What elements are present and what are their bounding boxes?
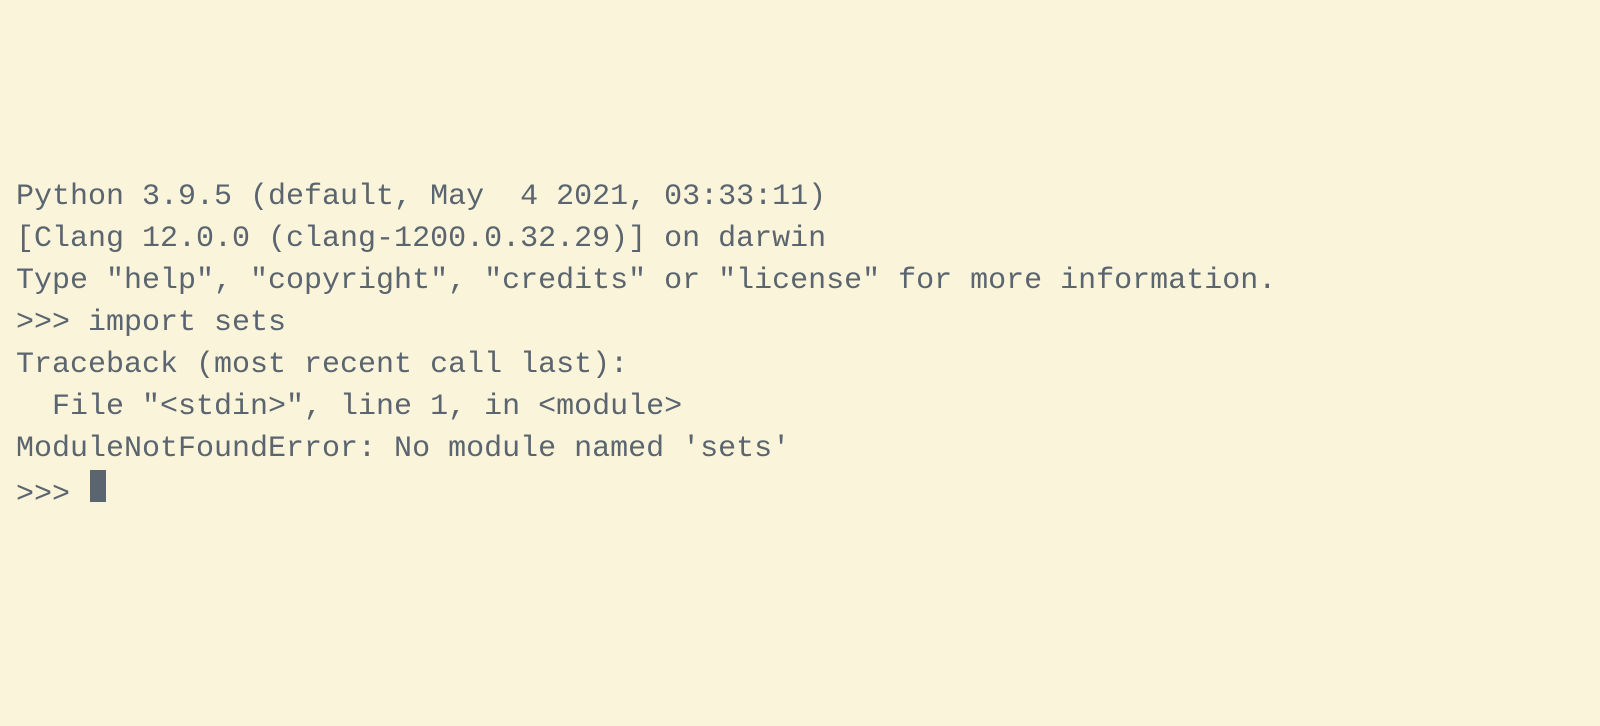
python-compiler-line: [Clang 12.0.0 (clang-1200.0.32.29)] on d… bbox=[16, 218, 1584, 260]
repl-prompt: >>> bbox=[16, 474, 88, 516]
cursor-icon bbox=[90, 470, 106, 502]
repl-current-prompt-line[interactable]: >>> bbox=[16, 470, 1584, 516]
repl-user-input: import sets bbox=[88, 306, 286, 340]
repl-prompt: >>> bbox=[16, 306, 88, 340]
python-help-line: Type "help", "copyright", "credits" or "… bbox=[16, 260, 1584, 302]
repl-input-line: >>> import sets bbox=[16, 302, 1584, 344]
traceback-file-line: File "<stdin>", line 1, in <module> bbox=[16, 386, 1584, 428]
python-version-line: Python 3.9.5 (default, May 4 2021, 03:33… bbox=[16, 176, 1584, 218]
python-repl-terminal[interactable]: Python 3.9.5 (default, May 4 2021, 03:33… bbox=[16, 176, 1584, 516]
traceback-header: Traceback (most recent call last): bbox=[16, 344, 1584, 386]
traceback-error-line: ModuleNotFoundError: No module named 'se… bbox=[16, 428, 1584, 470]
